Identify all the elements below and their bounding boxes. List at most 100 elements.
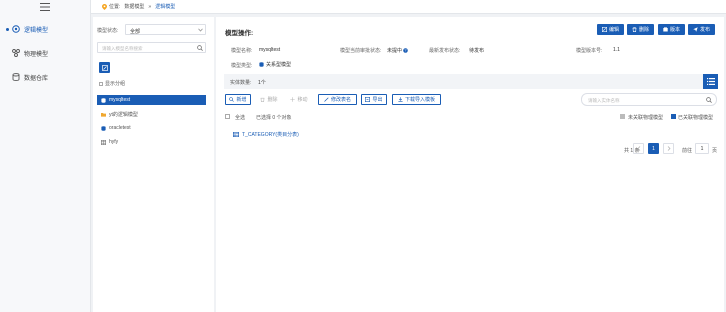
status-select[interactable]: 全部 bbox=[125, 24, 206, 35]
nav-item-logic-model[interactable]: 逻辑模型 bbox=[0, 18, 91, 40]
edit-icon bbox=[601, 27, 607, 32]
legend-unlinked-label: 未关联物理模型 bbox=[628, 115, 664, 121]
move-entity-button[interactable]: 移动 bbox=[286, 94, 312, 105]
download-template-button[interactable]: 下载导入模板 bbox=[392, 94, 441, 105]
tree-item-oracletest[interactable]: oracletest bbox=[97, 123, 206, 133]
delete-entity-button[interactable]: 删除 bbox=[256, 94, 282, 105]
nav-item-physical-model[interactable]: 物理模型 bbox=[0, 42, 91, 64]
active-dot bbox=[6, 27, 9, 31]
version-button[interactable]: 版本 bbox=[658, 24, 685, 35]
entity-count-bar: 实体数量: 1个 bbox=[224, 74, 709, 89]
delete-button[interactable]: 删除 bbox=[627, 24, 654, 35]
breadcrumb-item-current: 逻辑模型 bbox=[155, 4, 176, 10]
tree-item-yt-logic[interactable]: yt的逻辑模型 bbox=[97, 109, 206, 119]
chevron-down-icon bbox=[198, 28, 203, 32]
version-label: 模型版本号: bbox=[576, 48, 603, 54]
entity-count-value: 1个 bbox=[258, 80, 266, 86]
status-filter-label: 模型状态: bbox=[97, 28, 119, 34]
page-number-current[interactable]: 1 bbox=[648, 143, 659, 154]
export-label: 导出 bbox=[372, 97, 383, 103]
publish-button[interactable]: 发布 bbox=[688, 24, 715, 35]
trash-icon bbox=[261, 97, 265, 102]
checkbox[interactable] bbox=[99, 81, 103, 86]
model-type-value: 关系型模型 bbox=[266, 62, 292, 68]
publish-status-label: 最新发布状态: bbox=[429, 48, 461, 54]
search-icon bbox=[229, 97, 235, 102]
model-type: 关系型模型 bbox=[259, 61, 291, 68]
logic-model-icon bbox=[12, 25, 20, 33]
table-icon bbox=[101, 139, 106, 145]
location-label: 位置: bbox=[109, 4, 121, 10]
help-icon[interactable]: ? bbox=[403, 48, 408, 53]
select-all-checkbox[interactable] bbox=[225, 114, 230, 119]
version-icon bbox=[663, 27, 668, 32]
page-title: 模型操作: bbox=[225, 30, 254, 37]
show-category-toggle[interactable]: 显示分组 bbox=[99, 80, 125, 87]
left-navigation: 逻辑模型 物理模型 数据仓库 bbox=[0, 0, 91, 312]
export-icon bbox=[365, 97, 371, 102]
add-model-button[interactable] bbox=[99, 62, 110, 73]
tree-item-label: mysqltest bbox=[109, 97, 131, 103]
download-template-label: 下载导入模板 bbox=[404, 97, 435, 103]
delete-button-label: 删除 bbox=[638, 27, 649, 33]
page-suffix: 页 bbox=[712, 148, 718, 154]
nav-item-data-warehouse[interactable]: 数据仓库 bbox=[0, 66, 91, 88]
trash-icon bbox=[632, 27, 637, 32]
goto-label: 前往 bbox=[682, 148, 693, 154]
model-type-label: 模型类型: bbox=[231, 63, 253, 69]
search-placeholder: 请输入模型名称搜索 bbox=[102, 46, 143, 51]
nav-label: 数据仓库 bbox=[24, 75, 49, 82]
legend-linked-label: 已关联物理模型 bbox=[678, 115, 714, 121]
tree-item-mysqltest[interactable]: mysqltest bbox=[97, 95, 206, 105]
add-entity-button[interactable]: 新增 bbox=[225, 94, 251, 105]
chevron-left-icon bbox=[637, 146, 640, 151]
svg-text:?: ? bbox=[405, 49, 407, 53]
list-view-toggle[interactable] bbox=[703, 74, 718, 89]
search-icon[interactable] bbox=[197, 45, 203, 51]
batch-edit-label: 修改表名 bbox=[330, 97, 351, 103]
database-icon bbox=[12, 73, 20, 81]
model-search-input[interactable]: 请输入模型名称搜索 bbox=[97, 42, 206, 53]
approval-status-value: 未提中 bbox=[387, 48, 403, 54]
physical-model-icon bbox=[12, 49, 20, 57]
menu-toggle-icon[interactable] bbox=[40, 3, 50, 11]
next-page-button[interactable] bbox=[663, 143, 674, 154]
publish-button-label: 发布 bbox=[699, 27, 710, 33]
chevron-right-icon bbox=[667, 146, 670, 151]
version-button-label: 版本 bbox=[669, 27, 680, 33]
breadcrumb-item[interactable]: 数据模型 bbox=[124, 3, 144, 10]
edit-button[interactable]: 编辑 bbox=[597, 24, 624, 35]
model-name-value: mysqltest bbox=[259, 47, 281, 53]
edit-button-label: 编辑 bbox=[608, 27, 619, 33]
folder-icon bbox=[101, 112, 106, 117]
model-detail-panel: 模型操作: 编辑 删除 版本 发布 模型名称: mysqltest 模型当前审批… bbox=[216, 17, 724, 312]
tree-item-label: yt的逻辑模型 bbox=[109, 111, 138, 118]
move-entity-label: 移动 bbox=[297, 97, 308, 103]
entity-count-label: 实体数量: bbox=[230, 80, 252, 86]
goto-page-value: 1 bbox=[700, 145, 704, 152]
tree-item-hyfy[interactable]: hyfy bbox=[97, 137, 206, 147]
database-icon bbox=[101, 97, 106, 103]
search-icon[interactable] bbox=[706, 97, 712, 103]
goto-page-input[interactable]: 1 bbox=[695, 143, 709, 154]
entity-item[interactable]: T_CATEGORY(类目分表) bbox=[233, 131, 299, 138]
move-icon bbox=[290, 97, 296, 102]
select-all-label: 全选 bbox=[235, 115, 246, 121]
prev-page-button[interactable] bbox=[633, 143, 644, 154]
legend-swatch-unlinked bbox=[620, 114, 625, 119]
batch-edit-button[interactable]: 修改表名 bbox=[318, 94, 357, 105]
model-tree-panel: 模型状态: 全部 请输入模型名称搜索 显示分组 mysqltest yt的逻辑模… bbox=[93, 17, 214, 312]
entity-search-input[interactable]: 请输入实体名称 bbox=[581, 93, 717, 106]
show-category-label: 显示分组 bbox=[105, 81, 126, 87]
database-icon bbox=[101, 125, 106, 131]
database-icon bbox=[259, 62, 264, 67]
delete-entity-label: 删除 bbox=[267, 97, 278, 103]
chevron-right-icon: » bbox=[148, 3, 152, 10]
model-name-label: 模型名称: bbox=[231, 48, 253, 54]
list-icon bbox=[706, 78, 715, 85]
export-button[interactable]: 导出 bbox=[361, 94, 387, 105]
tree-item-label: oracletest bbox=[109, 125, 131, 131]
edit-icon bbox=[324, 97, 329, 102]
nav-label: 逻辑模型 bbox=[24, 27, 49, 34]
download-icon bbox=[398, 97, 403, 102]
